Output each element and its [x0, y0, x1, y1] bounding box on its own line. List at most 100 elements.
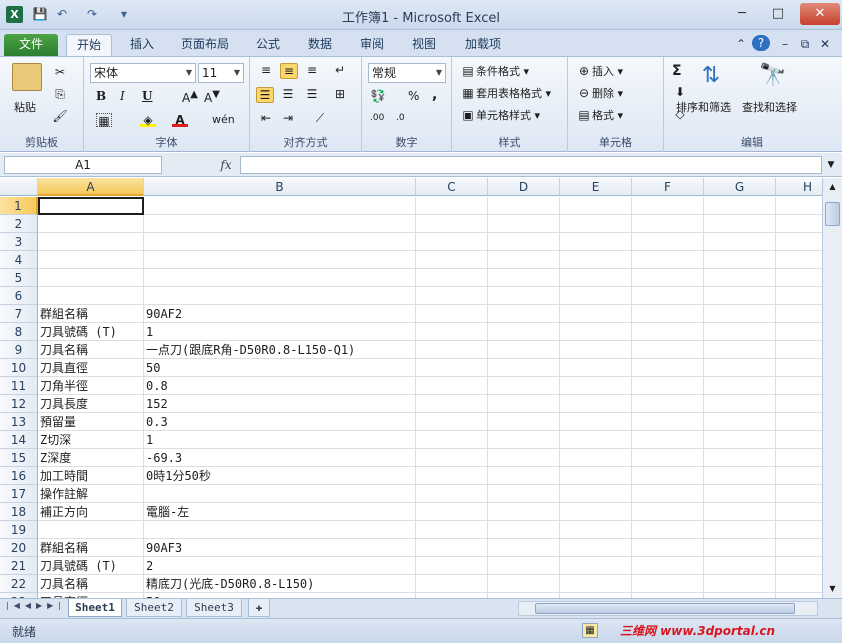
cell-a1[interactable]	[38, 197, 144, 215]
sheet-tab-2[interactable]: Sheet2	[126, 599, 182, 617]
cell-empty[interactable]	[416, 449, 488, 467]
cell-empty[interactable]	[488, 503, 560, 521]
cell-empty[interactable]	[704, 503, 776, 521]
cell-empty[interactable]	[560, 395, 632, 413]
grow-font-icon[interactable]: A▲	[182, 89, 198, 105]
cell-empty[interactable]	[632, 431, 704, 449]
cell-empty[interactable]	[416, 323, 488, 341]
cell-empty[interactable]	[632, 395, 704, 413]
phonetic-icon[interactable]: wén	[212, 113, 235, 126]
cell-empty[interactable]	[560, 413, 632, 431]
column-header-c[interactable]: C	[416, 178, 488, 196]
sort-filter-icon[interactable]: ⇅	[694, 63, 728, 93]
cell-empty[interactable]	[416, 287, 488, 305]
cell-b11[interactable]: 0.8	[144, 377, 416, 395]
align-left-icon[interactable]: ☰	[256, 87, 274, 103]
row-header[interactable]: 8	[0, 323, 38, 341]
cell-b22[interactable]: 精底刀(光底-D50R0.8-L150)	[144, 575, 416, 593]
borders-icon[interactable]: ▦	[96, 113, 112, 128]
cell-empty[interactable]	[632, 557, 704, 575]
cell-b17[interactable]	[144, 485, 416, 503]
cell-empty[interactable]	[560, 503, 632, 521]
insert-function-button[interactable]: fx	[214, 156, 238, 174]
cell-a4[interactable]	[38, 251, 144, 269]
name-box[interactable]: A1	[4, 156, 162, 174]
column-header-g[interactable]: G	[704, 178, 776, 196]
tab-file[interactable]: 文件	[4, 34, 58, 56]
cell-b14[interactable]: 1	[144, 431, 416, 449]
cell-b2[interactable]	[144, 215, 416, 233]
cell-empty[interactable]	[488, 323, 560, 341]
row-header[interactable]: 12	[0, 395, 38, 413]
row-header[interactable]: 15	[0, 449, 38, 467]
cell-empty[interactable]	[704, 305, 776, 323]
cell-empty[interactable]	[488, 215, 560, 233]
hscroll-thumb[interactable]	[535, 603, 795, 614]
cell-empty[interactable]	[632, 233, 704, 251]
expand-formula-icon[interactable]: ▼	[824, 156, 838, 174]
cell-empty[interactable]	[776, 305, 822, 323]
cell-empty[interactable]	[704, 521, 776, 539]
cell-empty[interactable]	[488, 377, 560, 395]
cell-empty[interactable]	[704, 449, 776, 467]
comma-button[interactable]: ,	[432, 87, 437, 103]
cell-empty[interactable]	[704, 359, 776, 377]
accounting-icon[interactable]: 💱	[370, 89, 386, 103]
cell-empty[interactable]	[632, 539, 704, 557]
sheet-nav-icon[interactable]: |◀◀▶▶|	[6, 601, 66, 610]
cell-empty[interactable]	[776, 449, 822, 467]
cell-empty[interactable]	[632, 575, 704, 593]
cell-empty[interactable]	[776, 575, 822, 593]
cell-empty[interactable]	[416, 521, 488, 539]
cell-empty[interactable]	[560, 539, 632, 557]
cell-a18[interactable]: 補正方向	[38, 503, 144, 521]
cell-empty[interactable]	[488, 287, 560, 305]
cell-empty[interactable]	[776, 467, 822, 485]
select-all-corner[interactable]	[0, 178, 38, 196]
cell-empty[interactable]	[560, 323, 632, 341]
cell-empty[interactable]	[776, 359, 822, 377]
sheet-tab-1[interactable]: Sheet1	[68, 599, 122, 617]
cell-a8[interactable]: 刀具號碼 (T)	[38, 323, 144, 341]
cell-empty[interactable]	[560, 359, 632, 377]
cell-b4[interactable]	[144, 251, 416, 269]
cell-b13[interactable]: 0.3	[144, 413, 416, 431]
cell-empty[interactable]	[776, 215, 822, 233]
cell-empty[interactable]	[488, 197, 560, 215]
minimize-icon[interactable]: ─	[728, 3, 756, 25]
cell-b5[interactable]	[144, 269, 416, 287]
cell-empty[interactable]	[488, 485, 560, 503]
cell-empty[interactable]	[632, 449, 704, 467]
increase-indent-icon[interactable]: ⇥	[280, 111, 296, 125]
cell-empty[interactable]	[416, 485, 488, 503]
cell-empty[interactable]	[488, 467, 560, 485]
cell-b9[interactable]: 一点刀(跟底R角-D50R0.8-L150-Q1)	[144, 341, 416, 359]
cell-b1[interactable]	[144, 197, 416, 215]
cell-empty[interactable]	[704, 539, 776, 557]
orientation-icon[interactable]: ⟋	[312, 111, 328, 125]
cell-empty[interactable]	[488, 413, 560, 431]
cell-empty[interactable]	[704, 395, 776, 413]
cell-empty[interactable]	[416, 251, 488, 269]
cell-empty[interactable]	[704, 269, 776, 287]
tab-view[interactable]: 视图	[404, 34, 444, 56]
cell-empty[interactable]	[704, 377, 776, 395]
row-header[interactable]: 5	[0, 269, 38, 287]
row-header[interactable]: 19	[0, 521, 38, 539]
row-header[interactable]: 22	[0, 575, 38, 593]
cell-empty[interactable]	[704, 197, 776, 215]
format-table-button[interactable]: ▦ 套用表格格式 ▾	[460, 85, 551, 101]
format-cells-button[interactable]: ▤ 格式 ▾	[576, 107, 623, 123]
italic-button[interactable]: I	[120, 89, 125, 103]
cell-b6[interactable]	[144, 287, 416, 305]
cell-a3[interactable]	[38, 233, 144, 251]
scroll-thumb[interactable]	[825, 202, 840, 226]
cell-empty[interactable]	[488, 251, 560, 269]
cell-empty[interactable]	[488, 521, 560, 539]
cell-empty[interactable]	[704, 323, 776, 341]
cell-empty[interactable]	[488, 341, 560, 359]
format-painter-icon[interactable]: 🖌	[52, 109, 68, 123]
cell-empty[interactable]	[704, 287, 776, 305]
insert-cells-button[interactable]: ⊕ 插入 ▾	[576, 63, 623, 79]
cell-empty[interactable]	[776, 287, 822, 305]
